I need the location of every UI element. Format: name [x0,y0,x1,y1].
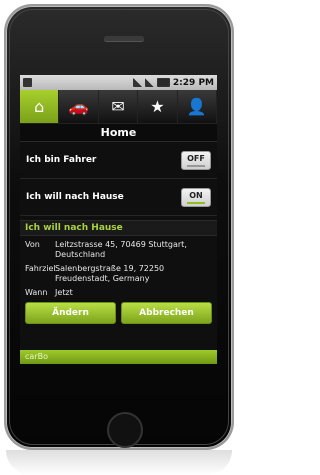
person-icon: 👤 [186,97,207,116]
action-buttons: Ändern Abbrechen [20,302,217,324]
toggle-row-driver: Ich bin Fahrer OFF [20,142,217,179]
brand-footer: carBo [20,350,217,364]
star-icon: ★ [150,97,165,116]
notification-icon [23,78,32,87]
app-screen: 2:29 PM ⌂ 🚗 ✉ ★ 👤 Home Ich bin Fahrer OF… [20,75,217,364]
toggle-row-home: Ich will nach Hause ON [20,179,217,216]
tab-profile[interactable]: 👤 [178,90,217,123]
page-title: Home [20,124,217,142]
detail-row-destination: Fahrziel Salenbergstraße 19, 72250 Freud… [25,264,165,283]
section-header: Ich will nach Hause [20,220,217,236]
tab-bar: ⌂ 🚗 ✉ ★ 👤 [20,90,217,124]
home-icon: ⌂ [34,97,45,116]
tab-car[interactable]: 🚗 [59,90,99,123]
mail-icon: ✉ [111,97,125,116]
toggle-label-driver: Ich bin Fahrer [26,155,97,165]
toggle-label-home: Ich will nach Hause [26,192,124,202]
detail-row-from: Von Leitzstrasse 45, 70469 Stuttgart, De… [25,240,187,259]
home-toggle[interactable]: ON [181,187,211,207]
tab-messages[interactable]: ✉ [99,90,139,123]
brand-logo: carBo [25,352,48,361]
home-hardware-button[interactable] [107,412,143,448]
tab-favorites[interactable]: ★ [138,90,178,123]
cancel-button[interactable]: Abbrechen [121,302,212,324]
network-icon [132,78,142,87]
status-bar: 2:29 PM [20,75,217,90]
trip-details: Von Leitzstrasse 45, 70469 Stuttgart, De… [20,236,217,298]
car-icon: 🚗 [68,97,89,116]
clock: 2:29 PM [172,77,214,88]
detail-row-when: Wann Jetzt [25,288,73,297]
tab-home[interactable]: ⌂ [20,90,60,123]
driver-toggle[interactable]: OFF [181,150,211,170]
change-button[interactable]: Ändern [25,302,116,324]
earpiece-speaker [104,36,144,41]
battery-icon [156,78,170,87]
signal-icon [144,78,154,87]
device-reflection [6,450,232,475]
